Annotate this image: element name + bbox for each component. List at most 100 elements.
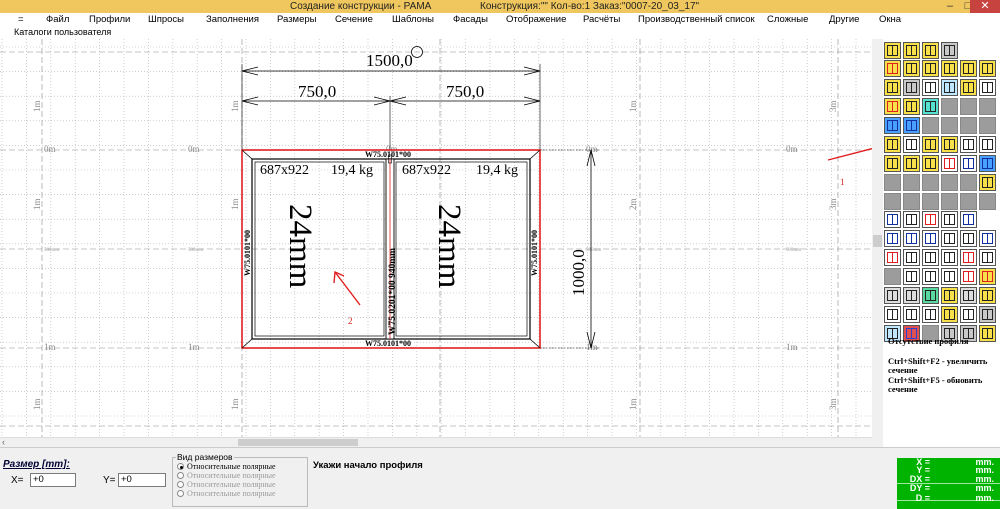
grid-gray-tool-icon[interactable] [903, 287, 920, 304]
scroll-left-arrow-icon[interactable]: ‹ [2, 437, 5, 447]
question-tool-icon[interactable] [979, 268, 996, 285]
trash-tool-icon[interactable] [960, 230, 977, 247]
menu-eq[interactable]: = [18, 13, 24, 26]
minimize-button[interactable]: – [940, 0, 960, 13]
undo-tool-icon[interactable] [979, 230, 996, 247]
radio-option-2[interactable]: Относительные полярные [177, 471, 276, 480]
grid-white-tool-icon[interactable] [903, 268, 920, 285]
radio-option-3[interactable]: Относительные полярные [177, 480, 276, 489]
dims-x-tool-icon[interactable] [979, 136, 996, 153]
frame-split-tool-icon[interactable] [903, 60, 920, 77]
cross-red-tool-icon[interactable] [960, 268, 977, 285]
profile-cross-tool-icon[interactable] [979, 60, 996, 77]
arrow-blue-tool-icon[interactable] [884, 211, 901, 228]
menu-shprosy[interactable]: Шпросы [148, 13, 184, 26]
check-tool-icon[interactable] [960, 249, 977, 266]
drawing-svg[interactable]: 0m 0m 0m 0m 0m1m 1m 1m 1m500mm 500mm 500mm 500mm1m… [0, 39, 872, 437]
blue-flow-tool-icon[interactable] [884, 117, 901, 134]
text-red-tool-icon[interactable] [941, 155, 958, 172]
blue-flow-tool-icon[interactable] [979, 155, 996, 172]
dimension-total[interactable] [241, 64, 541, 150]
slash-tool-icon[interactable] [922, 98, 939, 115]
vertical-scrollbar[interactable] [872, 39, 883, 447]
rect-white-tool-icon[interactable] [922, 79, 939, 96]
frame-i-tool-icon[interactable] [922, 136, 939, 153]
chat-red-tool-icon[interactable] [922, 211, 939, 228]
grid-yellow-tool-icon[interactable] [941, 60, 958, 77]
one-bar-tool-icon[interactable] [960, 79, 977, 96]
crossbar-tool-icon[interactable] [903, 79, 920, 96]
square-y-tool-icon[interactable] [922, 155, 939, 172]
globe-tool-icon[interactable] [903, 249, 920, 266]
zoom-out-tool-icon[interactable] [903, 230, 920, 247]
num-blue-tool-icon[interactable] [960, 155, 977, 172]
dims-arrows-tool-icon[interactable] [960, 136, 977, 153]
profile-t-tool-icon[interactable] [960, 60, 977, 77]
rename-tool-icon[interactable] [941, 268, 958, 285]
zoom-tool-icon[interactable] [884, 230, 901, 247]
calc-x-tool-icon[interactable] [903, 211, 920, 228]
scn-tool-icon[interactable] [922, 306, 939, 323]
move-tool-icon[interactable] [884, 79, 901, 96]
t-yellow-tool-icon[interactable] [922, 60, 939, 77]
calc-red-tool-icon[interactable] [884, 249, 901, 266]
menu-profiles[interactable]: Профили [89, 13, 130, 26]
palette-tool-icon[interactable] [941, 306, 958, 323]
frame-o-tool-icon[interactable] [979, 287, 996, 304]
menu-fillings[interactable]: Заполнения [206, 13, 259, 26]
menu-sizes[interactable]: Размеры [277, 13, 316, 26]
delete-red-tool-icon[interactable] [884, 98, 901, 115]
symbol-tool-icon[interactable] [979, 249, 996, 266]
drawing-canvas[interactable]: 0m 0m 0m 0m 0m 1m 1m 1m 1m 500mm 500mm 500mm 500mm 1m… [0, 39, 872, 437]
text-lines-tool-icon[interactable] [960, 306, 977, 323]
y-input[interactable]: +0 [118, 473, 166, 487]
pencil-red-tool-icon[interactable] [884, 60, 901, 77]
grid-yellow-tool-icon[interactable] [941, 287, 958, 304]
zoom-in-tool-icon[interactable] [922, 230, 939, 247]
measure-tool-icon[interactable] [941, 230, 958, 247]
vertical-scroll-thumb[interactable] [873, 235, 882, 247]
horizontal-scrollbar[interactable]: ‹ [0, 437, 872, 447]
bow-tool-icon[interactable] [903, 136, 920, 153]
menu-section[interactable]: Сечение [335, 13, 373, 26]
pencil-tool-icon[interactable] [884, 42, 901, 59]
menu-windows[interactable]: Окна [879, 13, 901, 26]
horizontal-scroll-thumb[interactable] [238, 439, 358, 446]
coins-tool-icon[interactable] [941, 249, 958, 266]
menu-facades[interactable]: Фасады [453, 13, 488, 26]
radio-option-1[interactable]: Относительные полярные [177, 462, 276, 471]
x-input[interactable]: +0 [30, 473, 76, 487]
yellow-x-tool-icon[interactable] [903, 98, 920, 115]
list-y-tool-icon[interactable] [979, 174, 996, 191]
refresh-tool-icon[interactable] [979, 306, 996, 323]
menu-templates[interactable]: Шаблоны [392, 13, 434, 26]
menu-other[interactable]: Другие [829, 13, 859, 26]
grid-v-tool-icon[interactable] [941, 136, 958, 153]
arch-tool-icon[interactable] [941, 42, 958, 59]
frame-yellow-tool-icon[interactable] [903, 42, 920, 59]
dim-tool-icon[interactable] [979, 79, 996, 96]
grid-gray-tool-icon[interactable] [960, 287, 977, 304]
square-y-tool-icon[interactable] [884, 155, 901, 172]
split-up-tool-icon[interactable] [922, 42, 939, 59]
grid-blue-tool-icon[interactable] [941, 79, 958, 96]
menu-calculations[interactable]: Расчёты [583, 13, 620, 26]
copy-tool-icon[interactable] [922, 268, 939, 285]
dxf-tool-icon[interactable] [941, 211, 958, 228]
ixjy-tool-icon[interactable] [903, 306, 920, 323]
close-button[interactable]: ✕ [970, 0, 1000, 13]
grid-gray-tool-icon[interactable] [884, 287, 901, 304]
kon-tool-icon[interactable] [884, 306, 901, 323]
menu-display[interactable]: Отображение [506, 13, 566, 26]
menu-production-list[interactable]: Производственный список [638, 13, 755, 26]
menu-user-catalogs[interactable]: Каталоги пользователя [14, 26, 111, 38]
chart-tool-icon[interactable] [922, 249, 939, 266]
menu-complex[interactable]: Сложные [767, 13, 808, 26]
radio-option-4[interactable]: Относительные полярные [177, 489, 276, 498]
square-y-tool-icon[interactable] [903, 155, 920, 172]
frame-h-tool-icon[interactable] [884, 136, 901, 153]
grid-green-tool-icon[interactable] [922, 287, 939, 304]
dxf-blue-tool-icon[interactable] [960, 211, 977, 228]
blue-flow2-tool-icon[interactable] [903, 117, 920, 134]
menu-file[interactable]: Файл [46, 13, 69, 26]
